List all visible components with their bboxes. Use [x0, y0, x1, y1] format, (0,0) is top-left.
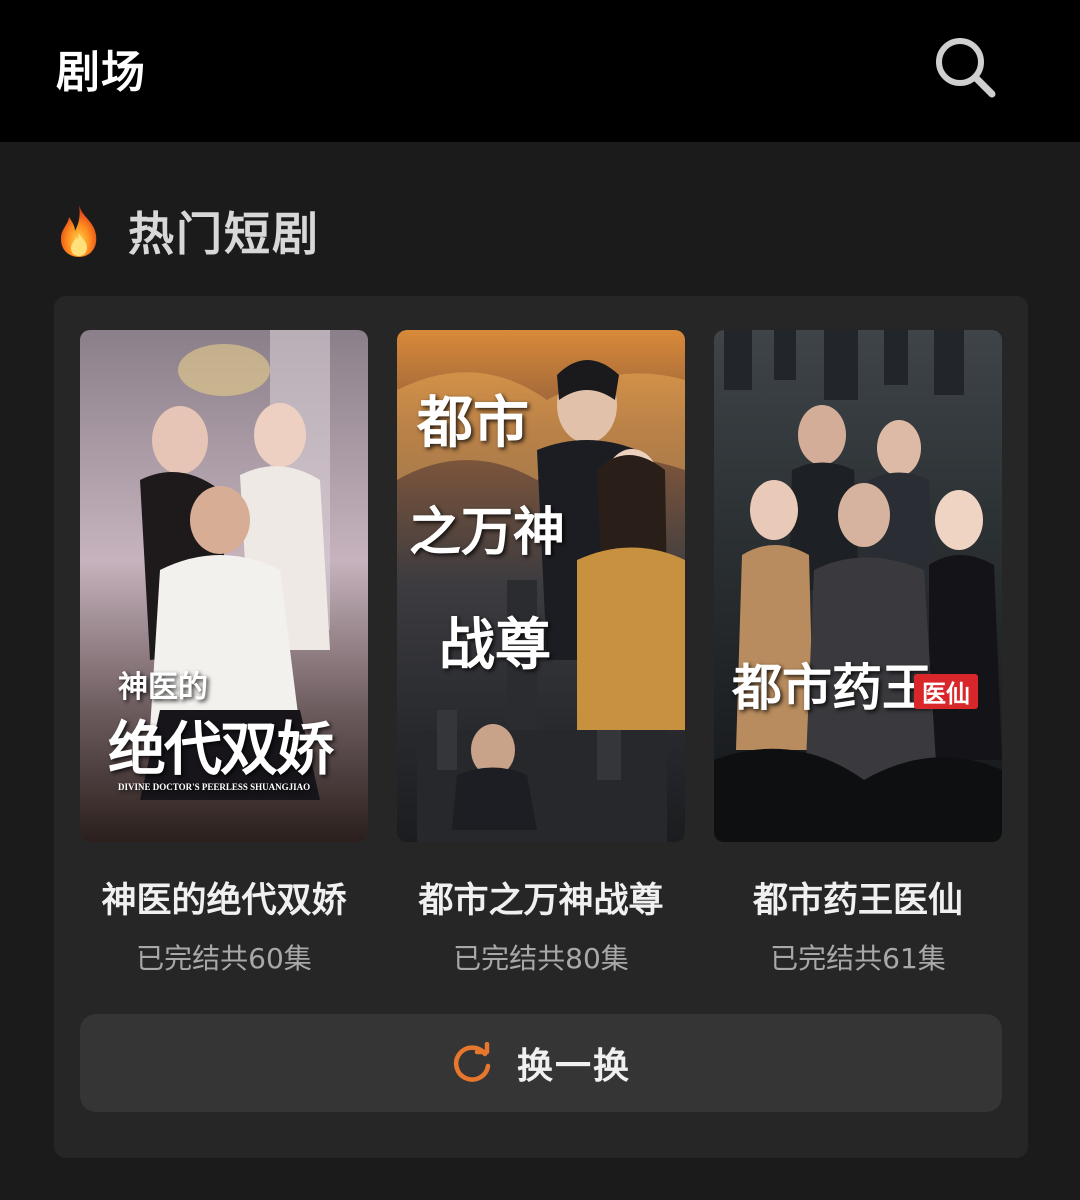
poster-title-large-1: 绝代双娇: [108, 715, 334, 783]
refresh-button[interactable]: 换一换: [80, 1014, 1002, 1112]
drama-title-3[interactable]: 都市药王医仙: [714, 872, 1002, 923]
drama-meta-2: 已完结共80集: [453, 942, 629, 975]
poster-title-tag-3: 医仙: [914, 674, 978, 709]
poster-title-small-1: 神医的: [118, 670, 208, 705]
fire-icon: [60, 205, 97, 257]
hot-dramas-card: 神医的 绝代双娇 DIVINE DOCTOR'S PEERLESS SHUANG…: [54, 296, 1028, 1158]
search-icon: [936, 38, 996, 98]
section-title: 热门短剧: [128, 207, 320, 261]
poster-title-line2-2: 之万神: [409, 502, 566, 563]
poster-image-3: [714, 330, 1002, 842]
drama-title-2[interactable]: 都市之万神战尊: [397, 872, 685, 923]
search-button[interactable]: [926, 30, 1002, 106]
drama-poster-1[interactable]: 神医的 绝代双娇 DIVINE DOCTOR'S PEERLESS SHUANG…: [80, 330, 368, 842]
section-header: 热门短剧: [56, 196, 320, 266]
poster-subtitle-1: DIVINE DOCTOR'S PEERLESS SHUANGJIAO: [118, 782, 311, 792]
poster-title-main-3: 都市药王: [732, 658, 932, 717]
drama-meta-3: 已完结共61集: [770, 942, 946, 975]
drama-title-1[interactable]: 神医的绝代双娇: [80, 872, 368, 923]
poster-title-line3-2: 战尊: [439, 612, 551, 678]
drama-item-3[interactable]: 都市药王 医仙 都市药王医仙 已完结共61集: [714, 330, 1002, 977]
drama-item-2[interactable]: 都市 之万神 战尊 都市之万神战尊 已完结共80集: [397, 330, 685, 977]
poster-title-line1-2: 都市: [417, 390, 529, 456]
refresh-label: 换一换: [516, 1046, 631, 1087]
drama-meta-1: 已完结共60集: [136, 942, 312, 975]
drama-poster-3[interactable]: 都市药王 医仙: [714, 330, 1002, 842]
refresh-icon: [453, 1042, 491, 1082]
top-bar: 剧场: [0, 0, 1080, 142]
page-title: 剧场: [56, 47, 146, 98]
drama-item-1[interactable]: 神医的 绝代双娇 DIVINE DOCTOR'S PEERLESS SHUANG…: [80, 330, 368, 977]
drama-poster-2[interactable]: 都市 之万神 战尊: [397, 330, 685, 842]
